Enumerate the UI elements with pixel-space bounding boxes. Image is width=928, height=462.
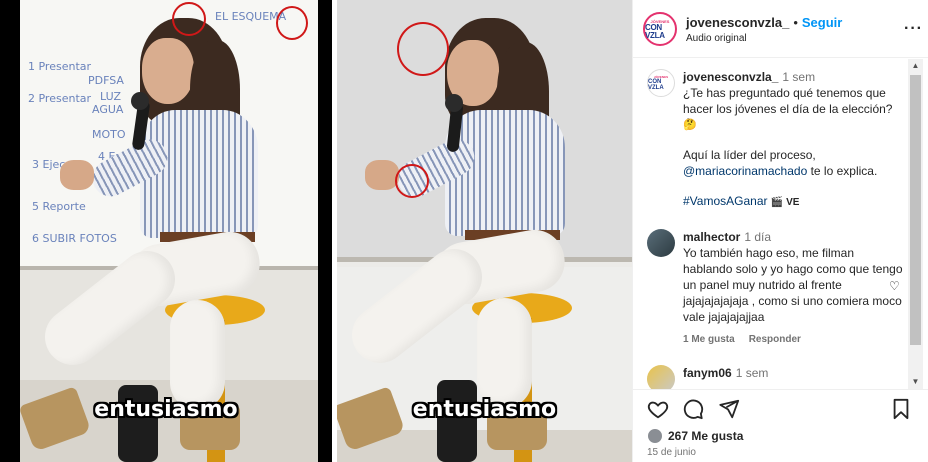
like-heart-icon[interactable] bbox=[647, 398, 669, 425]
flag-text: 🎬 VE bbox=[770, 197, 800, 208]
comment-time[interactable]: 1 sem bbox=[736, 366, 769, 380]
annotation-circle bbox=[397, 22, 449, 76]
account-avatar[interactable]: JÓVENES CON VZLA bbox=[643, 12, 677, 46]
post-caption: JÓVENES CON VZLA jovenesconvzla_ 1 sem ¿T… bbox=[643, 69, 908, 219]
comment-username[interactable]: jovenesconvzla_ bbox=[683, 70, 778, 84]
speaker-figure bbox=[20, 0, 318, 462]
caption-text: Aquí la líder del proceso, bbox=[683, 148, 816, 162]
annotation-circle bbox=[172, 2, 206, 36]
annotation-circle bbox=[395, 164, 429, 198]
likes-count[interactable]: 267 Me gusta bbox=[668, 429, 743, 443]
comment-bubble-icon[interactable] bbox=[682, 398, 704, 425]
mention-link[interactable]: @mariacorinamachado bbox=[683, 164, 807, 178]
scroll-up-icon[interactable]: ▲ bbox=[908, 59, 923, 73]
video-frame-left[interactable]: EL ESQUEMA 1 Presentar 2 Presentar PDFSA… bbox=[0, 0, 332, 462]
instagram-panel: JÓVENES CON VZLA jovenesconvzla_ • Seguir … bbox=[632, 0, 928, 462]
annotation-circle bbox=[276, 6, 308, 40]
post-actions: 267 Me gusta 15 de junio bbox=[633, 389, 928, 462]
comment-time[interactable]: 1 sem bbox=[782, 70, 815, 84]
caption-text: te lo explica. bbox=[810, 164, 878, 178]
comments-area: JÓVENES CON VZLA jovenesconvzla_ 1 sem ¿T… bbox=[633, 59, 928, 389]
video-scene-left: EL ESQUEMA 1 Presentar 2 Presentar PDFSA… bbox=[20, 0, 318, 462]
scrollbar-thumb[interactable] bbox=[910, 75, 921, 345]
scrollbar[interactable]: ▲ ▼ bbox=[908, 59, 923, 389]
comment-item: fanym06 1 sem bbox=[643, 365, 908, 389]
separator: • bbox=[793, 15, 798, 30]
post-date[interactable]: 15 de junio bbox=[647, 447, 696, 458]
commenter-avatar[interactable] bbox=[647, 365, 675, 389]
account-row: jovenesconvzla_ • Seguir bbox=[686, 15, 842, 30]
account-username[interactable]: jovenesconvzla_ bbox=[686, 15, 789, 30]
audio-label[interactable]: Audio original bbox=[686, 33, 747, 44]
video-frame-main[interactable]: entusiasmo bbox=[337, 0, 632, 462]
comment-heart-icon[interactable]: ♡ bbox=[889, 279, 900, 293]
liker-avatar bbox=[647, 428, 663, 444]
hashtag-link[interactable]: #VamosAGanar bbox=[683, 194, 768, 208]
likes-row[interactable]: 267 Me gusta bbox=[647, 428, 743, 444]
bookmark-icon[interactable] bbox=[891, 398, 911, 425]
emoji: 🤔 bbox=[683, 119, 697, 131]
comment-item: malhector 1 día Yo también hago eso, me f… bbox=[643, 229, 908, 349]
more-icon[interactable]: ··· bbox=[904, 20, 923, 38]
scroll-down-icon[interactable]: ▼ bbox=[908, 375, 923, 389]
video-caption: entusiasmo bbox=[94, 397, 238, 422]
comment-likes[interactable]: 1 Me gusta bbox=[683, 334, 735, 345]
follow-button[interactable]: Seguir bbox=[802, 15, 842, 30]
comment-username[interactable]: malhector bbox=[683, 230, 740, 244]
video-caption: entusiasmo bbox=[412, 397, 557, 422]
caption-text: ¿Te has preguntado qué tenemos que hacer… bbox=[683, 86, 893, 116]
comment-time[interactable]: 1 día bbox=[744, 230, 771, 244]
post-header: JÓVENES CON VZLA jovenesconvzla_ • Seguir … bbox=[633, 0, 928, 58]
reply-button[interactable]: Responder bbox=[749, 334, 801, 345]
comment-username[interactable]: fanym06 bbox=[683, 366, 732, 380]
speaker-figure bbox=[337, 0, 632, 462]
share-send-icon[interactable] bbox=[718, 398, 740, 425]
commenter-avatar[interactable] bbox=[647, 229, 675, 257]
comment-text: Yo también hago eso, me filman hablando … bbox=[683, 246, 903, 324]
screenshot-root: EL ESQUEMA 1 Presentar 2 Presentar PDFSA… bbox=[0, 0, 928, 462]
caption-avatar[interactable]: JÓVENES CON VZLA bbox=[647, 69, 675, 97]
